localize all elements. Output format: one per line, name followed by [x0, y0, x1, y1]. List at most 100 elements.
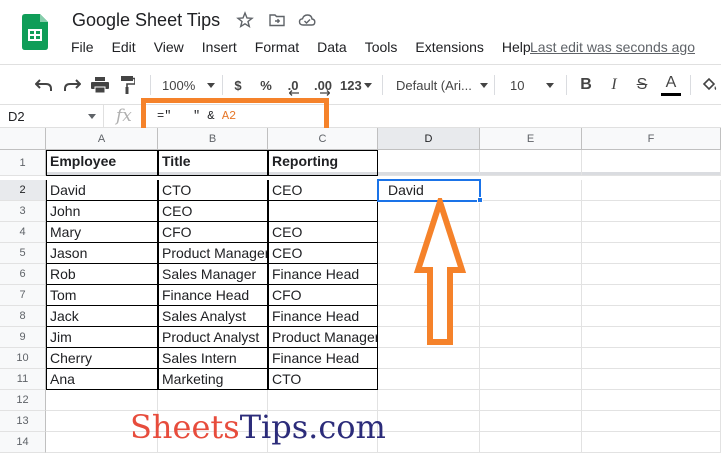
table-cell[interactable]: Sales Intern: [158, 348, 268, 369]
table-cell[interactable]: Cherry: [46, 348, 158, 369]
text-color-button[interactable]: A: [660, 65, 682, 105]
fill-handle[interactable]: [477, 197, 483, 203]
row-header-13[interactable]: 13: [0, 411, 46, 432]
font-size-select[interactable]: 10: [500, 65, 558, 105]
table-cell[interactable]: Product Analyst: [158, 327, 268, 348]
move-folder-icon[interactable]: [268, 11, 286, 29]
cell[interactable]: [582, 327, 721, 348]
table-cell[interactable]: Ana: [46, 369, 158, 390]
table-cell[interactable]: Jim: [46, 327, 158, 348]
table-cell[interactable]: CEO: [268, 180, 378, 201]
table-cell[interactable]: Product Manager: [158, 243, 268, 264]
table-cell[interactable]: Mary: [46, 222, 158, 243]
cell[interactable]: [480, 390, 582, 411]
column-header-e[interactable]: E: [480, 128, 582, 150]
table-cell[interactable]: Finance Head: [158, 285, 268, 306]
name-box[interactable]: D2: [0, 105, 104, 128]
cell[interactable]: [378, 150, 480, 176]
table-cell[interactable]: CTO: [158, 180, 268, 201]
table-cell[interactable]: Sales Analyst: [158, 306, 268, 327]
cell[interactable]: [582, 222, 721, 243]
table-cell[interactable]: Marketing: [158, 369, 268, 390]
print-button[interactable]: [88, 65, 112, 105]
cell[interactable]: [480, 222, 582, 243]
row-header-9[interactable]: 9: [0, 327, 46, 348]
menu-data[interactable]: Data: [308, 39, 356, 55]
table-header-cell[interactable]: Reporting: [268, 150, 378, 176]
cell[interactable]: [582, 243, 721, 264]
menu-format[interactable]: Format: [246, 39, 308, 55]
cell[interactable]: [582, 264, 721, 285]
sheets-logo-icon[interactable]: [22, 14, 48, 50]
cell[interactable]: [582, 201, 721, 222]
row-header-6[interactable]: 6: [0, 264, 46, 285]
cell[interactable]: [378, 411, 480, 432]
table-cell[interactable]: Finance Head: [268, 306, 378, 327]
menu-extensions[interactable]: Extensions: [406, 39, 492, 55]
cell[interactable]: [480, 243, 582, 264]
table-cell[interactable]: CEO: [268, 222, 378, 243]
cell[interactable]: [582, 285, 721, 306]
table-cell[interactable]: Finance Head: [268, 348, 378, 369]
table-cell[interactable]: CEO: [268, 243, 378, 264]
cell[interactable]: [480, 201, 582, 222]
table-cell[interactable]: Rob: [46, 264, 158, 285]
row-header-2[interactable]: 2: [0, 180, 46, 201]
table-cell[interactable]: Jack: [46, 306, 158, 327]
document-title[interactable]: Google Sheet Tips: [72, 10, 220, 31]
table-cell[interactable]: Product Manager: [268, 327, 378, 348]
cell[interactable]: [480, 432, 582, 453]
cell[interactable]: [582, 306, 721, 327]
row-header-14[interactable]: 14: [0, 432, 46, 453]
column-header-b[interactable]: B: [158, 128, 268, 150]
more-formats-select[interactable]: 123: [340, 65, 374, 105]
table-cell[interactable]: Jason: [46, 243, 158, 264]
cell[interactable]: [582, 150, 721, 176]
cell[interactable]: [480, 306, 582, 327]
cell[interactable]: [480, 180, 582, 201]
cell[interactable]: [582, 180, 721, 201]
cell[interactable]: [480, 348, 582, 369]
row-header-7[interactable]: 7: [0, 285, 46, 306]
column-header-c[interactable]: C: [268, 128, 378, 150]
cloud-saved-icon[interactable]: [298, 11, 316, 29]
cell[interactable]: [582, 348, 721, 369]
table-cell[interactable]: [268, 201, 378, 222]
column-header-a[interactable]: A: [46, 128, 158, 150]
row-header-8[interactable]: 8: [0, 306, 46, 327]
star-icon[interactable]: [236, 11, 254, 29]
column-header-d[interactable]: D: [378, 128, 480, 150]
cell[interactable]: [378, 432, 480, 453]
redo-button[interactable]: [60, 65, 84, 105]
cell[interactable]: [582, 390, 721, 411]
cell[interactable]: [582, 369, 721, 390]
undo-button[interactable]: [32, 65, 56, 105]
last-edit-link[interactable]: Last edit was seconds ago: [530, 39, 695, 55]
strikethrough-button[interactable]: S: [632, 65, 652, 105]
row-header-4[interactable]: 4: [0, 222, 46, 243]
table-cell[interactable]: Tom: [46, 285, 158, 306]
cell[interactable]: [582, 411, 721, 432]
table-cell[interactable]: Sales Manager: [158, 264, 268, 285]
fill-color-button[interactable]: [700, 65, 720, 105]
row-header-5[interactable]: 5: [0, 243, 46, 264]
menu-view[interactable]: View: [145, 39, 193, 55]
cell[interactable]: [480, 264, 582, 285]
menu-file[interactable]: File: [62, 39, 103, 55]
table-cell[interactable]: CEO: [158, 201, 268, 222]
cell[interactable]: [582, 432, 721, 453]
table-header-cell[interactable]: Employee: [46, 150, 158, 176]
menu-tools[interactable]: Tools: [356, 39, 407, 55]
cell[interactable]: [480, 327, 582, 348]
cell[interactable]: [378, 369, 480, 390]
table-cell[interactable]: John: [46, 201, 158, 222]
italic-button[interactable]: I: [604, 65, 624, 105]
table-cell[interactable]: CFO: [268, 285, 378, 306]
cell[interactable]: [480, 411, 582, 432]
cell[interactable]: [480, 150, 582, 176]
row-header-3[interactable]: 3: [0, 201, 46, 222]
row-header-12[interactable]: 12: [0, 390, 46, 411]
cell[interactable]: [378, 348, 480, 369]
row-header-11[interactable]: 11: [0, 369, 46, 390]
menu-insert[interactable]: Insert: [193, 39, 246, 55]
